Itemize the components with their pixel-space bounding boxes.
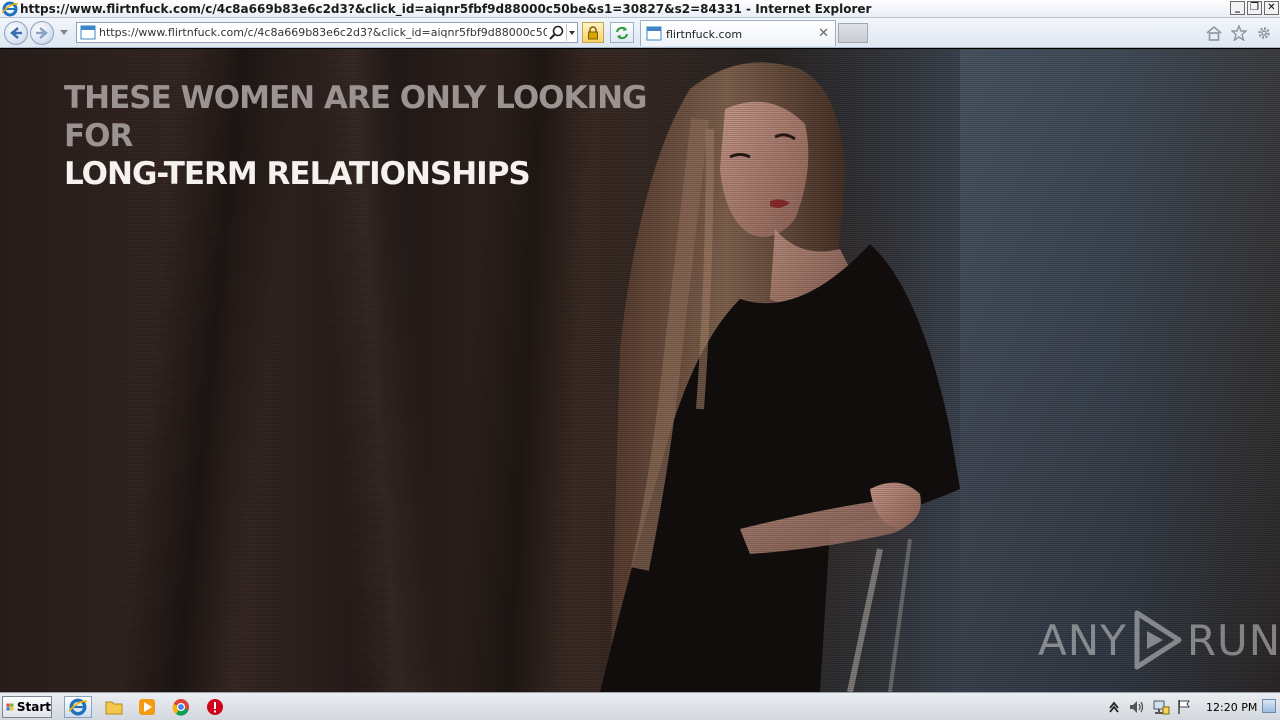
close-button[interactable]: ✕ [1264, 1, 1279, 15]
start-label: Start [16, 700, 51, 714]
chevron-down-icon [569, 30, 575, 35]
taskbar-clock[interactable]: 12:20 PM [1206, 701, 1257, 714]
headline-line-1: THESE WOMEN ARE ONLY LOOKING [64, 80, 647, 116]
page-icon [80, 25, 96, 40]
taskbar-chrome[interactable] [167, 696, 195, 718]
ie-logo-icon [1, 1, 19, 17]
play-triangle-icon [1134, 610, 1182, 670]
address-url[interactable]: https://www.flirtnfuck.com/c/4c8a669b83e… [99, 26, 547, 39]
home-icon[interactable] [1206, 25, 1222, 41]
close-tab-icon[interactable]: ✕ [818, 26, 829, 41]
anyrun-watermark: ANY RUN [1038, 609, 1280, 671]
taskbar-explorer[interactable] [100, 696, 128, 718]
taskbar: Start 12:20 PM [0, 692, 1280, 720]
recent-pages-dropdown[interactable] [60, 30, 68, 35]
address-bar[interactable]: https://www.flirtnfuck.com/c/4c8a669b83e… [76, 22, 578, 43]
headline-line-3: LONG-TERM RELATIONSHIPS [64, 156, 531, 192]
security-report-button[interactable] [582, 22, 604, 43]
tray-arrow-icon[interactable] [1108, 699, 1124, 715]
taskbar-media-player[interactable] [133, 696, 161, 718]
speaker-icon[interactable] [1128, 699, 1144, 715]
navigation-bar: https://www.flirtnfuck.com/c/4c8a669b83e… [0, 18, 1280, 48]
hero-headline: THESE WOMEN ARE ONLY LOOKING FOR LONG-TE… [64, 79, 664, 193]
back-button[interactable] [4, 21, 28, 45]
page-icon [646, 26, 662, 41]
windows-flag-icon [6, 703, 14, 711]
network-icon[interactable] [1152, 699, 1170, 715]
watermark-left-text: ANY [1038, 615, 1127, 665]
taskbar-internet-explorer[interactable] [64, 696, 92, 718]
forward-arrow-icon [36, 27, 48, 39]
page-content: THESE WOMEN ARE ONLY LOOKING FOR LONG-TE… [0, 49, 1280, 692]
media-player-icon [139, 699, 155, 715]
minimize-button[interactable]: _ [1230, 1, 1245, 15]
watermark-right-text: RUN [1186, 615, 1280, 665]
action-center-flag-icon[interactable] [1176, 699, 1192, 715]
refresh-icon [616, 26, 628, 39]
star-icon[interactable] [1230, 24, 1248, 42]
headline-line-2: FOR [64, 118, 133, 154]
new-tab-button[interactable] [838, 23, 868, 43]
window-title: https://www.flirtnfuck.com/c/4c8a669b83e… [20, 1, 872, 16]
folder-icon [105, 701, 123, 715]
window-title-bar: https://www.flirtnfuck.com/c/4c8a669b83e… [0, 0, 1280, 18]
stop-icon [207, 699, 223, 715]
restore-button[interactable]: ❐ [1247, 1, 1262, 15]
address-dropdown[interactable] [566, 24, 577, 41]
back-arrow-icon [10, 27, 22, 39]
refresh-button[interactable] [610, 22, 634, 43]
tab-label: flirtnfuck.com [666, 28, 743, 41]
search-icon[interactable] [549, 25, 565, 41]
ie-logo-icon [69, 698, 87, 716]
lock-icon [588, 25, 598, 39]
tab-current[interactable]: flirtnfuck.com ✕ [640, 20, 836, 46]
chrome-icon [172, 699, 189, 716]
taskbar-security-app[interactable] [201, 696, 229, 718]
gear-icon[interactable] [1256, 25, 1272, 41]
start-button[interactable]: Start [2, 696, 52, 718]
forward-button[interactable] [30, 21, 54, 45]
show-desktop-button[interactable] [1262, 699, 1276, 713]
